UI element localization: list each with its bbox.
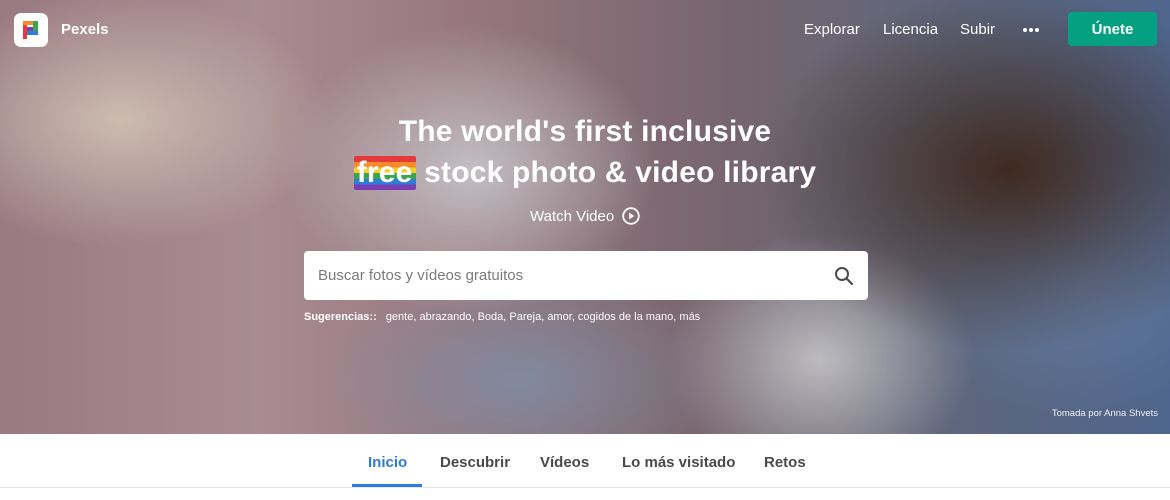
section-tabs: Inicio Descubrir Vídeos Lo más visitado … xyxy=(0,434,1170,500)
suggestion-item[interactable]: Boda, xyxy=(478,311,507,323)
suggestion-item[interactable]: abrazando, xyxy=(419,311,474,323)
suggestion-item[interactable]: amor, xyxy=(547,311,575,323)
join-button[interactable]: Únete xyxy=(1068,12,1157,46)
search-input[interactable] xyxy=(304,251,824,300)
hero-headline-line2: free stock photo & video library xyxy=(0,156,1170,190)
tab-discover[interactable]: Descubrir xyxy=(440,454,510,471)
hero-banner: Pexels Explorar Licencia Subir Únete The… xyxy=(0,0,1170,434)
watch-video-label: Watch Video xyxy=(530,207,615,225)
suggestions-label: Sugerencias:: xyxy=(304,311,377,323)
nav-upload-link[interactable]: Subir xyxy=(960,21,995,38)
nav-explore-link[interactable]: Explorar xyxy=(804,21,860,38)
suggestion-item[interactable]: gente, xyxy=(386,311,417,323)
nav-license-link[interactable]: Licencia xyxy=(883,21,938,38)
brand-name[interactable]: Pexels xyxy=(61,21,109,38)
pexels-logo-icon[interactable] xyxy=(14,13,48,47)
suggestion-item[interactable]: cogidos de la mano, xyxy=(578,311,676,323)
tabs-divider xyxy=(0,487,1170,488)
tab-videos[interactable]: Vídeos xyxy=(540,454,589,471)
suggestion-item[interactable]: Pareja, xyxy=(509,311,544,323)
search-suggestions: Sugerencias:: gente, abrazando, Boda, Pa… xyxy=(304,311,700,323)
search-bar xyxy=(304,251,868,300)
play-circle-icon xyxy=(622,207,640,225)
tab-challenges[interactable]: Retos xyxy=(764,454,806,471)
suggestion-item-more[interactable]: más xyxy=(679,311,700,323)
rainbow-free-word: free xyxy=(353,156,416,190)
photo-credit[interactable]: Tomada por Anna Shvets xyxy=(1052,408,1158,419)
pexels-logo-shape xyxy=(23,21,38,39)
search-icon[interactable] xyxy=(834,266,854,286)
tab-home[interactable]: Inicio xyxy=(368,454,407,471)
more-dots-icon[interactable] xyxy=(1023,20,1041,36)
hero-headline-line1: The world's first inclusive xyxy=(398,115,772,148)
top-navigation: Pexels Explorar Licencia Subir Únete xyxy=(0,0,1170,58)
watch-video-link[interactable]: Watch Video xyxy=(530,207,640,225)
tab-most-visited[interactable]: Lo más visitado xyxy=(622,454,735,471)
hero-headline-rest: stock photo & video library xyxy=(415,156,817,189)
